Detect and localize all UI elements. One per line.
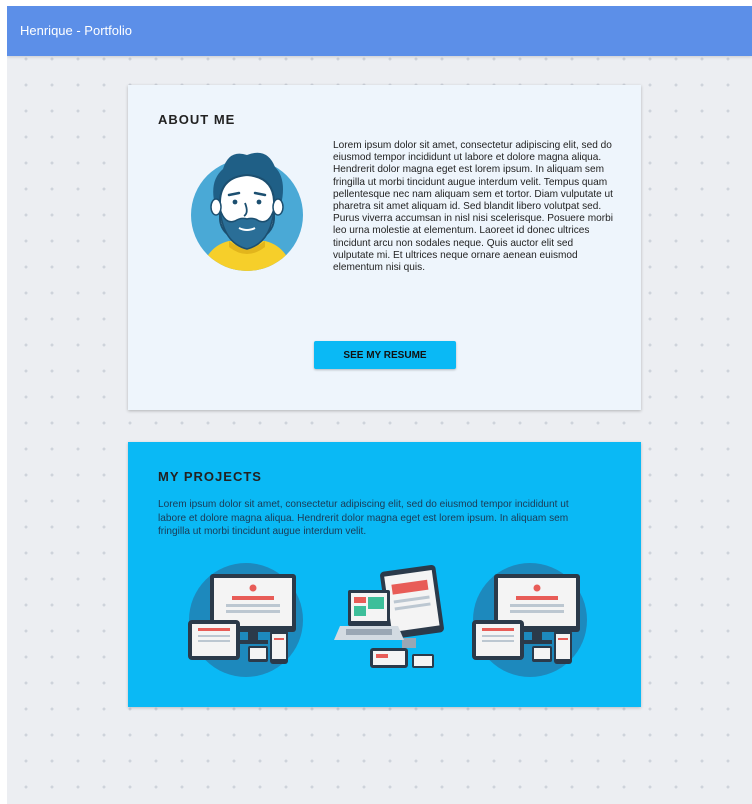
- page: Henrique - Portfolio ABOUT ME Lorem ipsu…: [7, 6, 752, 804]
- avatar-float-spacer: [158, 140, 333, 298]
- brand-link[interactable]: Henrique - Portfolio: [20, 23, 132, 38]
- projects-card: MY PROJECTS Lorem ipsum dolor sit amet, …: [128, 442, 641, 707]
- projects-title: MY PROJECTS: [158, 469, 262, 484]
- about-title: ABOUT ME: [158, 112, 236, 127]
- responsive-devices-icon[interactable]: [470, 560, 590, 680]
- responsive-devices-icon[interactable]: [186, 560, 306, 680]
- projects-text: Lorem ipsum dolor sit amet, consectetur …: [158, 499, 569, 537]
- about-paragraph: Lorem ipsum dolor sit amet, consectetur …: [333, 140, 613, 274]
- multi-device-icon[interactable]: [326, 560, 446, 680]
- navbar: Henrique - Portfolio: [7, 6, 752, 56]
- about-card: ABOUT ME Lorem ipsum dolor sit amet, con…: [128, 85, 641, 410]
- about-text: Lorem ipsum dolor sit amet, consectetur …: [158, 140, 614, 298]
- see-resume-button[interactable]: SEE MY RESUME: [314, 341, 456, 369]
